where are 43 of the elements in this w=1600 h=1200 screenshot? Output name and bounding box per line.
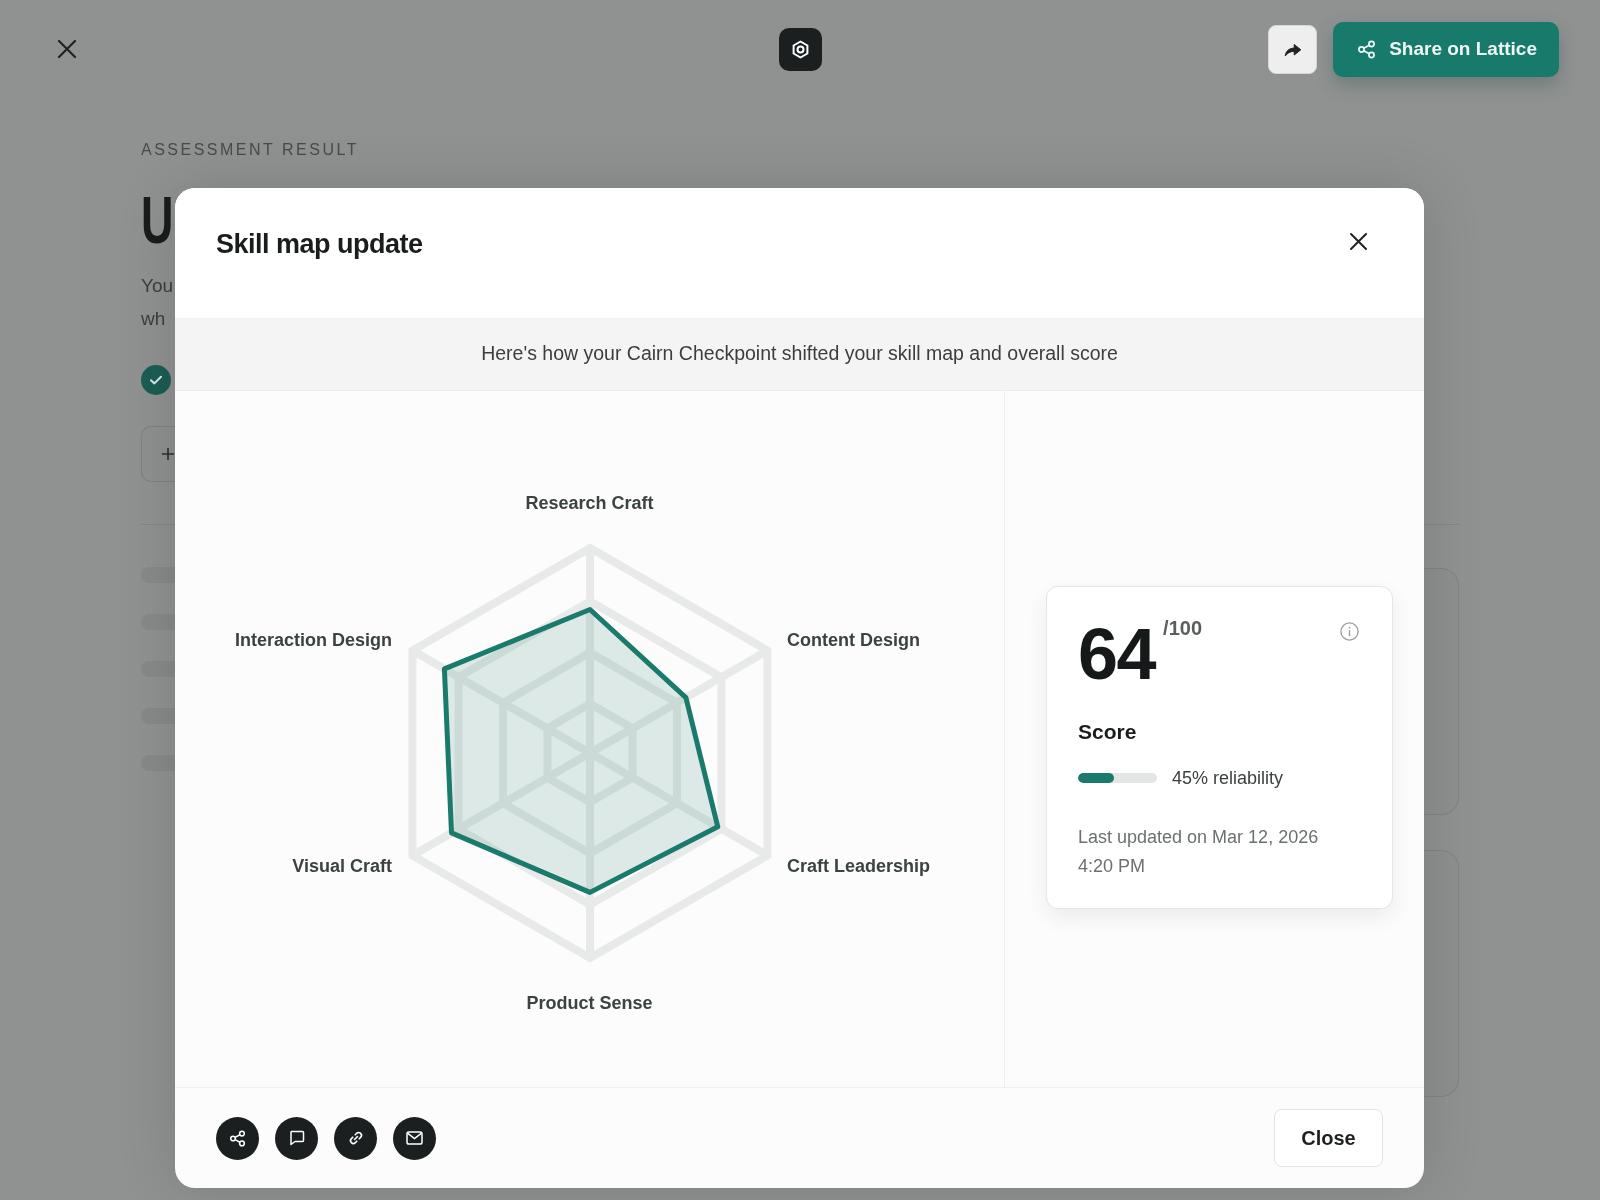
forward-arrow-icon <box>1283 41 1302 57</box>
close-icon <box>1349 232 1368 251</box>
axis-label: Interaction Design <box>235 629 393 651</box>
share-icon <box>1357 39 1377 59</box>
score-value: 64 <box>1078 618 1156 689</box>
placeholder-bar <box>141 755 175 771</box>
placeholder-bar <box>141 567 175 583</box>
intro-text: wh <box>141 307 166 331</box>
share-on-lattice-button[interactable]: Share on Lattice <box>1333 21 1559 77</box>
score-max: /100 <box>1163 617 1203 638</box>
plus-icon <box>162 448 174 460</box>
axis-label: Product Sense <box>526 992 653 1014</box>
axis-label: Visual Craft <box>292 855 393 877</box>
page-heading: U <box>141 187 174 253</box>
dialog-title: Skill map update <box>216 228 423 260</box>
axis-label: Content Design <box>786 629 920 651</box>
hexagon-logo-icon <box>778 27 822 71</box>
comment-button[interactable] <box>275 1116 318 1160</box>
check-circle-icon <box>141 365 171 395</box>
copy-link-button[interactable] <box>334 1116 377 1160</box>
dialog-subtitle: Here's how your Cairn Checkpoint shifted your skill map and overall score <box>481 341 1118 367</box>
intro-text: You <box>141 274 174 298</box>
placeholder-bar <box>141 708 175 724</box>
score-label: Score <box>1078 718 1137 745</box>
reliability-reading: 45% reliability <box>1172 766 1284 789</box>
share-button[interactable] <box>216 1116 259 1160</box>
add-button[interactable] <box>141 426 175 482</box>
last-updated-text: Last updated on Mar 12, 2026 4:20 PM <box>1078 825 1320 878</box>
close-button[interactable] <box>1349 232 1368 251</box>
placeholder-bar <box>141 661 175 677</box>
forward-button[interactable] <box>1268 24 1318 74</box>
axis-label: Research Craft <box>525 492 654 514</box>
eyebrow-text: ASSESSMENT RESULT <box>141 141 359 159</box>
email-button[interactable] <box>393 1116 436 1160</box>
axis-label: Craft Leadership <box>786 855 930 877</box>
envelope-icon <box>406 1131 423 1145</box>
share-icon <box>229 1129 246 1147</box>
link-icon <box>347 1130 364 1146</box>
placeholder-bar <box>141 614 175 630</box>
speech-bubble-icon <box>288 1130 305 1146</box>
close-icon <box>57 39 77 59</box>
info-icon[interactable] <box>1340 621 1359 641</box>
close-button[interactable]: Close <box>1274 1109 1383 1167</box>
